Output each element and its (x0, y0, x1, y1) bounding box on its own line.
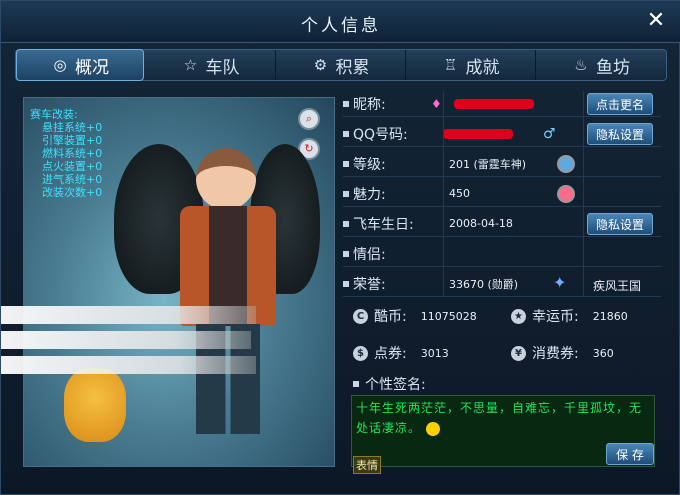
heart-icon (557, 185, 575, 203)
emoji-button[interactable]: 表情 (353, 456, 381, 474)
avatar-panel: 赛车改装: 悬挂系统+0 引擎装置+0 燃料系统+0 点火装置+0 进气系统+0… (23, 97, 335, 467)
overlay-bar (1, 356, 256, 374)
overlay-bar (1, 306, 256, 324)
tab-accumulation[interactable]: ⚙ 积累 (276, 50, 406, 80)
coin-icon: C (353, 308, 368, 324)
signature-heading: 个性签名: (353, 374, 426, 394)
gear-icon: ⚙ (313, 56, 328, 74)
honor-value: 33670 (勋爵) (449, 277, 519, 291)
kart-mod-item: 燃料系统+0 (42, 147, 103, 160)
tab-label: 概况 (75, 57, 109, 78)
kart-mod-item: 悬挂系统+0 (42, 121, 103, 134)
nickname-label: 昵称: (353, 96, 386, 113)
charm-row: 魅力: 450 (343, 181, 661, 207)
consume-value: 360 (592, 346, 614, 360)
guild-icon: ✦ (553, 273, 567, 292)
tab-fish-shop[interactable]: ♨ 鱼坊 (536, 50, 666, 80)
qq-label: QQ号码: (353, 126, 408, 143)
birthday-value: 2008-04-18 (449, 217, 513, 230)
luckycoin-value: 21860 (592, 309, 628, 323)
tab-bar: ◎ 概况 ☆ 车队 ⚙ 积累 ♖ 成就 ♨ 鱼坊 (15, 49, 667, 81)
voucher-field: $ 点券: 3013 (353, 343, 449, 363)
fish-icon: ♨ (574, 56, 588, 74)
star-coin-icon: ★ (511, 308, 526, 324)
character-head (196, 148, 256, 210)
tab-label: 积累 (335, 57, 370, 78)
save-button[interactable]: 保 存 (606, 443, 654, 465)
nickname-redacted (453, 98, 534, 109)
title-bar: 个人信息 ✕ (1, 1, 680, 43)
privacy-settings-button[interactable]: 隐私设置 (587, 123, 654, 145)
level-row: 等级: 201 (雷霆车神) (343, 151, 661, 177)
zoom-icon[interactable]: ⌕ (298, 108, 320, 130)
overlay-bar (1, 331, 251, 349)
voucher-icon: $ (353, 345, 368, 361)
partner-row: 情侣: (343, 241, 661, 267)
guild-name[interactable]: 疾风王国 (593, 277, 641, 294)
consume-label: 消费券: (532, 346, 579, 362)
charm-label: 魅力: (353, 186, 386, 203)
kart-mod-item: 改装次数+0 (42, 186, 103, 199)
kart-mod-list: 赛车改装: 悬挂系统+0 引擎装置+0 燃料系统+0 点火装置+0 进气系统+0… (30, 108, 102, 199)
consume-icon: ¥ (511, 345, 526, 361)
tab-label: 车队 (205, 57, 240, 78)
level-badge-icon (557, 155, 575, 173)
star-icon: ☆ (183, 56, 198, 74)
voucher-value: 3013 (420, 346, 449, 360)
window-title: 个人信息 (301, 16, 381, 36)
level-value: 201 (雷霆车神) (449, 157, 527, 171)
tab-label: 成就 (465, 57, 500, 78)
coolcoin-label: 酷币: (374, 309, 407, 325)
tab-label: 鱼坊 (596, 57, 630, 78)
level-label: 等级: (353, 156, 386, 173)
tab-overview[interactable]: ◎ 概况 (16, 49, 144, 81)
profile-window: 个人信息 ✕ ◎ 概况 ☆ 车队 ⚙ 积累 ♖ 成就 ♨ 鱼坊 赛车改装: 悬挂… (0, 0, 680, 495)
birthday-label: 飞车生日: (353, 216, 414, 233)
kart-mod-item: 点火装置+0 (42, 160, 103, 173)
qq-redacted (443, 128, 513, 139)
voucher-label: 点券: (374, 346, 407, 362)
consume-field: ¥ 消费券: 360 (511, 343, 614, 363)
coolcoin-field: C 酷币: 11075028 (353, 306, 477, 326)
kart-mod-item: 引擎装置+0 (42, 134, 103, 147)
target-icon: ◎ (53, 56, 67, 74)
emoji-icon (425, 421, 440, 436)
rename-button[interactable]: 点击更名 (587, 93, 654, 115)
honor-label: 荣誉: (353, 276, 386, 293)
close-button[interactable]: ✕ (643, 8, 669, 34)
partner-label: 情侣: (353, 246, 386, 263)
signature-text: 十年生死两茫茫，不思量，自难忘，千里孤坟，无处话凄凉。 (356, 401, 643, 435)
coolcoin-value: 11075028 (420, 309, 477, 323)
luckycoin-label: 幸运币: (532, 309, 579, 325)
signature-label: 个性签名: (365, 377, 426, 393)
charm-value: 450 (449, 187, 470, 200)
kart-mod-item: 进气系统+0 (42, 173, 103, 186)
diamond-icon: ♦ (431, 96, 442, 111)
medal-icon: ♖ (443, 56, 458, 74)
gender-icon: ♂ (543, 125, 556, 142)
luckycoin-field: ★ 幸运币: 21860 (511, 306, 628, 326)
tab-team[interactable]: ☆ 车队 (146, 50, 276, 80)
pet-companion (64, 368, 126, 442)
birthday-privacy-button[interactable]: 隐私设置 (587, 213, 654, 235)
tab-achievements[interactable]: ♖ 成就 (406, 50, 536, 80)
kart-mod-heading: 赛车改装: (30, 108, 78, 121)
